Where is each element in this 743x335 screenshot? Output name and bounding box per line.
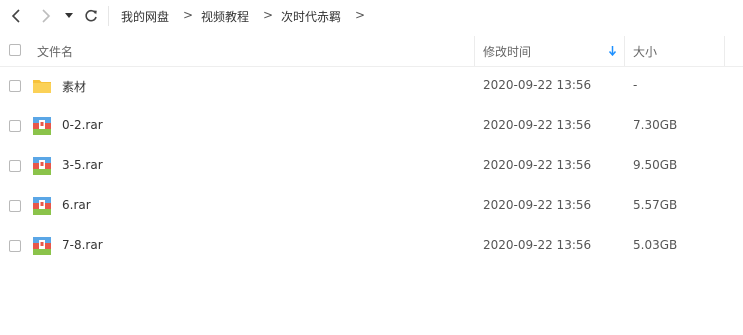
back-button[interactable] (7, 7, 25, 25)
file-row-archive[interactable]: 7-8.rar 2020-09-22 13:56 5.03GB (0, 226, 743, 266)
breadcrumb-separator: > (263, 8, 274, 22)
column-header-size[interactable]: 大小 (633, 43, 657, 60)
file-name[interactable]: 素材 (62, 78, 86, 95)
file-name[interactable]: 7-8.rar (62, 238, 103, 252)
breadcrumb-separator: > (355, 8, 366, 22)
file-modified-time: 2020-09-22 13:56 (483, 238, 592, 252)
archive-file-icon (33, 237, 51, 255)
column-divider[interactable] (724, 36, 725, 66)
file-size: 9.50GB (633, 158, 678, 172)
toolbar: 我的网盘 > 视频教程 > 次时代赤羁 > (0, 0, 743, 32)
row-checkbox[interactable] (9, 160, 21, 172)
file-modified-time: 2020-09-22 13:56 (483, 78, 592, 92)
chevron-left-icon (11, 9, 20, 23)
refresh-icon (85, 9, 97, 22)
breadcrumb-separator: > (183, 8, 194, 22)
file-modified-time: 2020-09-22 13:56 (483, 118, 592, 132)
file-row-archive[interactable]: 0-2.rar 2020-09-22 13:56 7.30GB (0, 106, 743, 146)
column-divider[interactable] (474, 36, 475, 66)
file-row-folder[interactable]: 素材 2020-09-22 13:56 - (0, 66, 743, 106)
refresh-button[interactable] (82, 7, 100, 25)
sort-down-arrow-icon[interactable] (608, 45, 617, 57)
column-header-modified[interactable]: 修改时间 (483, 43, 531, 60)
row-checkbox[interactable] (9, 120, 21, 132)
file-row-archive[interactable]: 6.rar 2020-09-22 13:56 5.57GB (0, 186, 743, 226)
file-name[interactable]: 6.rar (62, 198, 91, 212)
file-name[interactable]: 0-2.rar (62, 118, 103, 132)
file-modified-time: 2020-09-22 13:56 (483, 198, 592, 212)
chevron-right-icon (42, 9, 51, 23)
archive-file-icon (33, 157, 51, 175)
row-checkbox[interactable] (9, 240, 21, 252)
breadcrumb-item-video-tutorials[interactable]: 视频教程 (201, 8, 249, 25)
file-size: 5.03GB (633, 238, 678, 252)
toolbar-divider (108, 6, 109, 26)
folder-icon (33, 80, 51, 93)
column-divider[interactable] (624, 36, 625, 66)
file-size: 5.57GB (633, 198, 678, 212)
forward-button[interactable] (37, 7, 55, 25)
file-row-archive[interactable]: 3-5.rar 2020-09-22 13:56 9.50GB (0, 146, 743, 186)
archive-file-icon (33, 117, 51, 135)
breadcrumb-item-current-folder[interactable]: 次时代赤羁 (281, 8, 341, 25)
breadcrumb-item-my-drive[interactable]: 我的网盘 (121, 8, 169, 25)
file-size: - (633, 78, 638, 92)
row-checkbox[interactable] (9, 200, 21, 212)
file-modified-time: 2020-09-22 13:56 (483, 158, 592, 172)
caret-down-icon (65, 13, 73, 18)
file-list-header: 文件名 修改时间 大小 (0, 36, 743, 67)
select-all-checkbox[interactable] (9, 44, 21, 56)
column-header-name[interactable]: 文件名 (37, 43, 73, 60)
archive-file-icon (33, 197, 51, 215)
history-dropdown-button[interactable] (62, 7, 76, 25)
row-checkbox[interactable] (9, 80, 21, 92)
file-name[interactable]: 3-5.rar (62, 158, 103, 172)
file-size: 7.30GB (633, 118, 678, 132)
